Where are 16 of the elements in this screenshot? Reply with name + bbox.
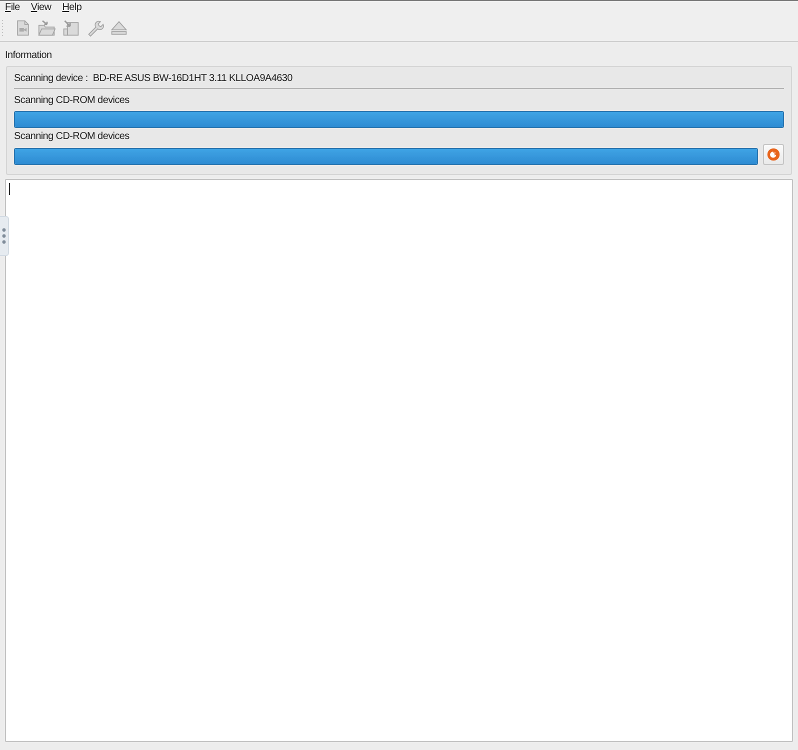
progress-label: Scanning CD-ROM devices [14,94,130,108]
menu-item[interactable]: View [30,1,52,15]
folder-arrow-icon [38,19,56,37]
menu-item[interactable]: Help [62,1,82,15]
progress-label: Scanning CD-ROM devices [14,130,130,144]
refresh-button[interactable] [763,144,784,165]
grip-icon [2,228,6,244]
side-panel-handle[interactable] [0,216,9,256]
section-title: Information [5,49,52,63]
eject-icon [110,19,128,37]
toolbar-grip-icon[interactable] [1,19,4,37]
field-label: Scanning device : [14,72,88,86]
menu-item[interactable]: File [5,1,20,15]
device-name: BD-RE ASUS BW-16D1HT 3.11 KLLOA9A4630 [92,72,292,86]
wrench-icon [86,19,104,37]
tray-arrow-icon [62,19,80,37]
